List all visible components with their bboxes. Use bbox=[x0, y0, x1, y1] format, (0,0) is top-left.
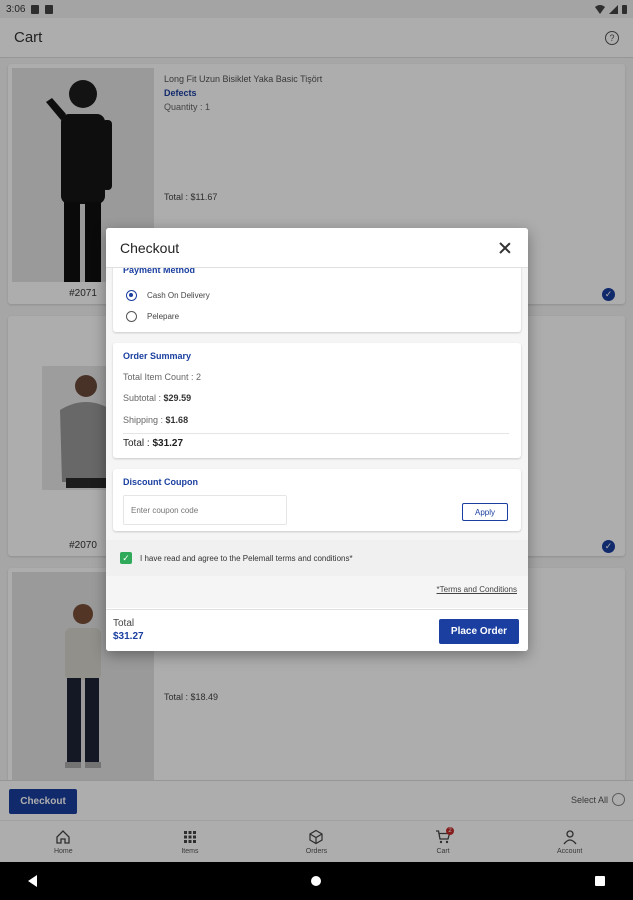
order-summary-title: Order Summary bbox=[123, 351, 192, 361]
summary-total-value: $31.27 bbox=[152, 438, 184, 449]
shipping-value: $1.68 bbox=[165, 415, 189, 425]
terms-checkbox[interactable]: ✓ bbox=[120, 552, 132, 564]
dialog-header: Checkout bbox=[106, 228, 528, 268]
terms-agreement-row[interactable]: ✓ I have read and agree to the Pelemall … bbox=[106, 540, 528, 576]
radio-unselected[interactable] bbox=[126, 311, 137, 322]
checkout-dialog: Checkout Payment Method Cash On Delivery… bbox=[106, 228, 528, 651]
summary-total-label: Total : bbox=[123, 438, 150, 449]
recent-apps-icon[interactable] bbox=[595, 876, 605, 886]
terms-link[interactable]: *Terms and Conditions bbox=[437, 585, 517, 594]
payment-option-label: Cash On Delivery bbox=[147, 291, 210, 300]
payment-option-label: Pelepare bbox=[147, 312, 180, 321]
coupon-input[interactable] bbox=[123, 495, 287, 525]
dialog-title: Checkout bbox=[120, 239, 180, 256]
subtotal-label: Subtotal : bbox=[123, 393, 162, 403]
summary-total-row: Total : $31.27 bbox=[123, 438, 183, 449]
payment-option-cod[interactable]: Cash On Delivery bbox=[126, 290, 210, 301]
dialog-body[interactable]: Payment Method Cash On Delivery Pelepare… bbox=[106, 258, 528, 608]
shipping-label: Shipping : bbox=[123, 415, 164, 425]
order-summary-section: Order Summary Total Item Count : 2 Subto… bbox=[113, 343, 521, 458]
discount-coupon-section: Discount Coupon Apply bbox=[113, 469, 521, 531]
radio-selected[interactable] bbox=[126, 290, 137, 301]
discount-coupon-title: Discount Coupon bbox=[123, 477, 198, 487]
item-count-text: Total Item Count : 2 bbox=[123, 372, 202, 382]
footer-total-label: Total bbox=[113, 618, 135, 629]
apply-coupon-button[interactable]: Apply bbox=[462, 503, 508, 521]
subtotal-row: Subtotal : $29.59 bbox=[123, 393, 191, 403]
shipping-row: Shipping : $1.68 bbox=[123, 415, 188, 425]
dialog-footer: Total $31.27 Place Order bbox=[106, 609, 528, 651]
payment-method-section: Payment Method Cash On Delivery Pelepare bbox=[113, 258, 521, 332]
divider bbox=[123, 433, 509, 434]
terms-agreement-text: I have read and agree to the Pelemall te… bbox=[140, 553, 353, 563]
back-icon[interactable] bbox=[28, 875, 37, 887]
payment-option-pelepare[interactable]: Pelepare bbox=[126, 311, 179, 322]
system-nav-bar bbox=[0, 862, 633, 900]
close-icon[interactable] bbox=[496, 239, 514, 257]
subtotal-value: $29.59 bbox=[163, 393, 192, 403]
footer-total-value: $31.27 bbox=[113, 631, 144, 642]
home-button-icon[interactable] bbox=[311, 876, 321, 886]
place-order-button[interactable]: Place Order bbox=[439, 619, 519, 644]
